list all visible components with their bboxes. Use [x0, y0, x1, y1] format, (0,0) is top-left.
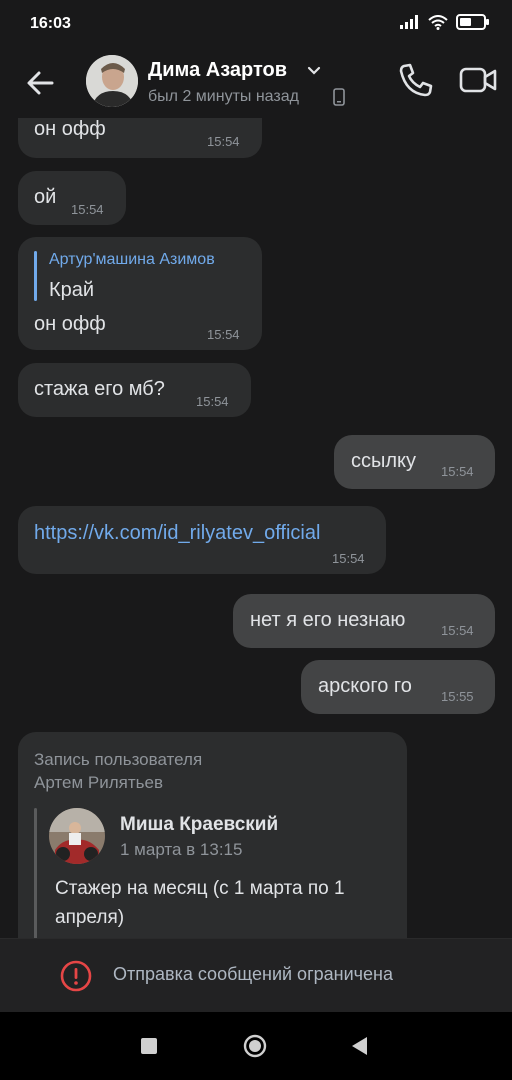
battery-icon	[456, 14, 490, 35]
message-bubble[interactable]: ой 15:54	[18, 171, 126, 225]
message-bubble-reply[interactable]: Артур'машина Азимов Край он офф 15:54	[18, 237, 262, 350]
recents-square-icon[interactable]	[141, 1038, 157, 1054]
message-composer: Отправка сообщений ограничена	[0, 938, 512, 1013]
message-text: стажа его мб?	[34, 378, 165, 400]
wall-post-text-line2: апреля)	[55, 907, 125, 928]
home-circle-icon[interactable]	[243, 1034, 267, 1058]
message-text: ой	[34, 186, 57, 208]
wall-post-source-user[interactable]: Артем Рилятьев	[34, 773, 163, 793]
system-nav-bar	[0, 1012, 512, 1080]
restriction-text: Отправка сообщений ограничена	[113, 964, 393, 984]
status-time: 16:03	[30, 15, 71, 32]
message-text: он офф	[34, 118, 106, 140]
message-time: 15:54	[207, 327, 240, 342]
call-button[interactable]	[396, 60, 436, 100]
message-bubble-link[interactable]: https://vk.com/id_rilyatev_official 15:5…	[18, 506, 386, 574]
phone-call-icon	[399, 63, 433, 97]
wall-author-avatar[interactable]	[49, 808, 105, 864]
wall-post-text-line1: Стажер на месяц (с 1 марта по 1	[55, 878, 345, 899]
message-text: ссылку	[351, 450, 417, 472]
message-time: 15:54	[207, 134, 240, 149]
contact-status: был 2 минуты назад	[148, 88, 299, 105]
message-time: 15:54	[441, 623, 474, 638]
wifi-icon	[428, 14, 448, 35]
message-bubble[interactable]: стажа его мб? 15:54	[18, 363, 251, 417]
back-triangle-icon[interactable]	[350, 1036, 368, 1061]
reply-text: Край	[49, 279, 95, 301]
message-text: нет я его незнаю	[250, 609, 406, 631]
status-bar: 16:03	[0, 0, 512, 48]
signal-icon	[400, 15, 420, 34]
video-call-button[interactable]	[458, 60, 498, 100]
reply-author[interactable]: Артур'машина Азимов	[49, 251, 215, 269]
phone-device-icon	[333, 88, 345, 111]
back-button[interactable]	[20, 63, 60, 103]
message-text: арского го	[318, 675, 412, 697]
chevron-down-icon[interactable]	[306, 62, 322, 83]
contact-avatar[interactable]	[86, 55, 138, 107]
status-icons	[400, 14, 490, 35]
message-bubble-outgoing[interactable]: ссылку 15:54	[334, 435, 495, 489]
message-text: он офф	[34, 313, 106, 335]
message-time: 15:54	[71, 202, 104, 217]
wall-post-date: 1 марта в 13:15	[120, 840, 243, 859]
wall-post-author[interactable]: Миша Краевский	[120, 814, 278, 836]
reply-quote-bar	[34, 251, 37, 301]
contact-name[interactable]: Дима Азартов	[148, 59, 287, 82]
warning-circle-icon	[60, 960, 92, 997]
message-time: 15:54	[332, 551, 365, 566]
message-bubble-outgoing[interactable]: нет я его незнаю 15:54	[233, 594, 495, 648]
back-arrow-icon	[27, 71, 54, 95]
wall-post-bar	[34, 808, 37, 938]
message-link[interactable]: https://vk.com/id_rilyatev_official	[34, 522, 320, 545]
message-list[interactable]: он офф 15:54 ой 15:54 Артур'машина Азимо…	[0, 118, 512, 938]
wall-post-source: Запись пользователя	[34, 750, 203, 769]
message-time: 15:55	[441, 689, 474, 704]
message-bubble[interactable]: он офф 15:54	[18, 118, 262, 158]
message-bubble-outgoing[interactable]: арского го 15:55	[301, 660, 495, 714]
message-time: 15:54	[196, 394, 229, 409]
message-time: 15:54	[441, 464, 474, 479]
video-call-icon	[459, 67, 497, 93]
chat-header: Дима Азартов был 2 минуты назад	[0, 48, 512, 118]
wall-post-attachment[interactable]: Запись пользователя Артем Рилятьев Миша …	[18, 732, 407, 938]
